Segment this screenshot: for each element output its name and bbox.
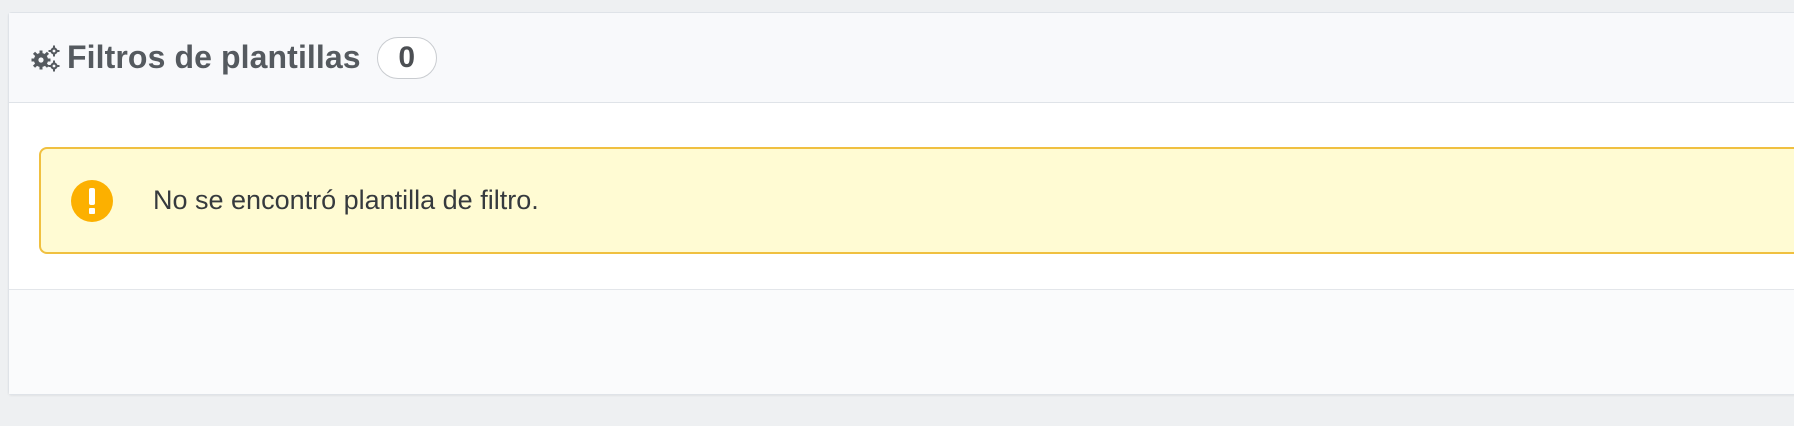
filter-templates-panel: Filtros de plantillas 0 No se encontró p… xyxy=(8,12,1794,395)
panel-header: Filtros de plantillas 0 xyxy=(9,13,1794,103)
warning-icon xyxy=(71,179,113,222)
panel-title: Filtros de plantillas xyxy=(67,39,361,75)
count-badge: 0 xyxy=(376,36,437,79)
panel-body: No se encontró plantilla de filtro. xyxy=(9,103,1794,290)
alert-message: No se encontró plantilla de filtro. xyxy=(153,185,539,215)
warning-alert: No se encontró plantilla de filtro. xyxy=(39,147,1794,254)
panel-footer xyxy=(9,290,1794,394)
gears-icon xyxy=(29,42,61,74)
